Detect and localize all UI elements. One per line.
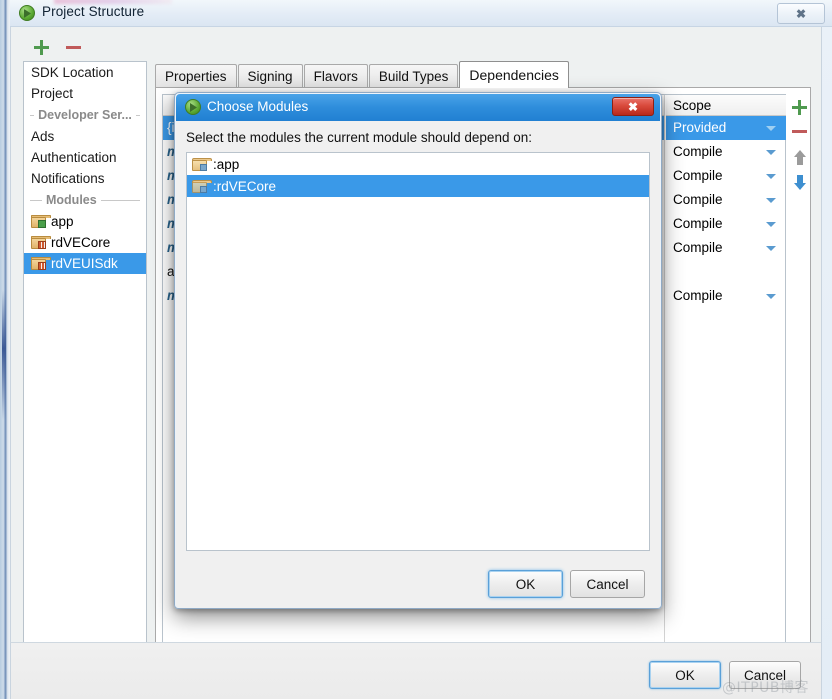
dialog-title: Choose Modules [207, 99, 309, 114]
chevron-down-icon [766, 246, 776, 251]
sidebar-module-rdveuisdk[interactable]: rdVEUISdk [24, 253, 146, 274]
close-icon: ✖ [627, 99, 639, 114]
chevron-down-icon [766, 174, 776, 179]
sidebar-group-developer-services: Developer Ser... [24, 104, 146, 126]
tab-flavors[interactable]: Flavors [303, 64, 368, 88]
sidebar-group-label: Modules [46, 193, 97, 207]
minus-icon[interactable] [65, 39, 82, 56]
tab-dependencies[interactable]: Dependencies [459, 61, 569, 88]
scope-cell[interactable] [666, 260, 786, 284]
sidebar-item-project[interactable]: Project [24, 83, 146, 104]
tab-properties[interactable]: Properties [155, 64, 237, 88]
dependencies-scope-column: Scope Provided Compile Compile Compile C… [666, 95, 786, 649]
remove-dependency-button[interactable] [790, 122, 810, 142]
module-folder-icon [192, 179, 212, 193]
scope-value: Compile [673, 144, 723, 159]
project-structure-window: Project Structure ✖ SDK Location Project… [0, 0, 832, 699]
scope-cell[interactable]: Compile [666, 212, 786, 236]
scope-cell[interactable]: Compile [666, 140, 786, 164]
dialog-cancel-button[interactable]: Cancel [570, 570, 645, 598]
module-library-icon [31, 257, 51, 270]
dialog-ok-button[interactable]: OK [488, 570, 563, 598]
choose-modules-dialog: Choose Modules ✖ Select the modules the … [174, 92, 662, 609]
module-app-icon [31, 215, 51, 228]
arrow-down-icon [794, 174, 806, 190]
module-library-icon [31, 236, 51, 249]
chevron-down-icon [766, 126, 776, 131]
sidebar-item-authentication[interactable]: Authentication [24, 147, 146, 168]
scope-value: Compile [673, 216, 723, 231]
sidebar-module-label: rdVECore [51, 235, 111, 250]
sidebar: SDK Location Project Developer Ser... Ad… [23, 61, 147, 656]
window-left-frame-strip [0, 0, 10, 699]
module-list[interactable]: :app :rdVECore [186, 152, 650, 551]
sidebar-item-sdk-location[interactable]: SDK Location [24, 62, 146, 83]
chevron-down-icon [766, 150, 776, 155]
plus-icon[interactable] [33, 39, 50, 56]
tab-bar: Properties Signing Flavors Build Types D… [155, 61, 570, 88]
window-close-button[interactable]: ✖ [777, 3, 825, 24]
scope-cell[interactable]: Compile [666, 164, 786, 188]
dependencies-toolbar [790, 94, 810, 244]
close-icon: ✖ [795, 6, 807, 21]
dialog-close-button[interactable]: ✖ [612, 97, 654, 116]
window-title: Project Structure [42, 4, 145, 19]
tab-signing[interactable]: Signing [237, 64, 303, 88]
list-item[interactable]: :app [187, 153, 649, 175]
scope-value: Compile [673, 240, 723, 255]
sidebar-module-rdvecore[interactable]: rdVECore [24, 232, 146, 253]
scope-value: Provided [673, 120, 727, 135]
window-titlebar: Project Structure ✖ [10, 0, 832, 27]
scope-cell[interactable]: Compile [666, 188, 786, 212]
tab-build-types[interactable]: Build Types [368, 64, 459, 88]
dialog-content: Select the modules the current module sh… [186, 127, 650, 567]
sidebar-item-notifications[interactable]: Notifications [24, 168, 146, 189]
scope-value: Compile [673, 168, 723, 183]
chevron-down-icon [766, 222, 776, 227]
ok-button[interactable]: OK [649, 661, 721, 689]
move-up-button[interactable] [790, 148, 810, 168]
chevron-down-icon [766, 198, 776, 203]
dialog-body: Select the modules the current module sh… [176, 121, 660, 608]
sidebar-module-label: rdVEUISdk [51, 256, 118, 271]
window-footer: OK Cancel @ITPUB博客 [10, 642, 822, 699]
sidebar-item-ads[interactable]: Ads [24, 126, 146, 147]
dialog-titlebar: Choose Modules ✖ [176, 94, 660, 121]
scope-value: Compile [673, 192, 723, 207]
scope-cell[interactable]: Compile [666, 284, 786, 308]
module-folder-icon [192, 157, 212, 171]
dialog-prompt: Select the modules the current module sh… [186, 130, 532, 145]
scope-column-header: Scope [666, 95, 786, 116]
sidebar-module-app[interactable]: app [24, 211, 146, 232]
sidebar-module-label: app [51, 214, 74, 229]
list-item-label: :rdVECore [213, 178, 277, 194]
arrow-up-icon [794, 150, 806, 166]
add-dependency-button[interactable] [790, 98, 810, 118]
list-item[interactable]: :rdVECore [187, 175, 649, 197]
watermark: @ITPUB博客 [722, 680, 809, 696]
scope-cell[interactable]: Provided [666, 116, 786, 140]
sidebar-group-modules: Modules [24, 189, 146, 211]
android-studio-icon [19, 5, 35, 21]
scope-value: Compile [673, 288, 723, 303]
sidebar-group-label: Developer Ser... [38, 108, 132, 122]
move-down-button[interactable] [790, 172, 810, 192]
android-studio-icon [185, 99, 201, 115]
scope-cell[interactable]: Compile [666, 236, 786, 260]
sidebar-toolbar [23, 35, 143, 59]
chevron-down-icon [766, 294, 776, 299]
list-item-label: :app [213, 156, 240, 172]
